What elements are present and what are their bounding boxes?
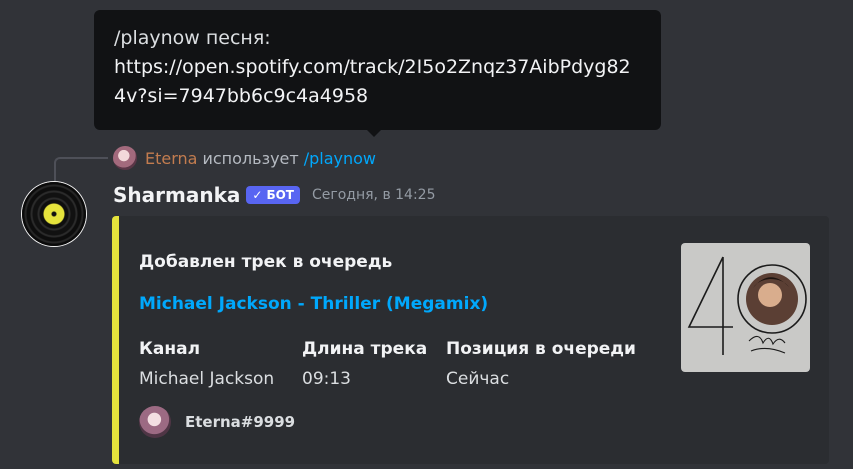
footer-user-avatar (139, 406, 171, 438)
reply-command-link[interactable]: /playnow (304, 149, 376, 168)
reply-uses-text: использует (202, 148, 299, 168)
album-art-image (687, 256, 807, 355)
bot-badge: ✓ БОТ (246, 186, 300, 204)
reply-connector-line (54, 157, 108, 181)
embed-card: Добавлен трек в очередь Michael Jackson … (112, 216, 829, 464)
field-value: 09:13 (302, 369, 351, 389)
embed-field-queue-position: Позиция в очереди Сейчас (446, 337, 636, 391)
check-icon: ✓ (252, 188, 263, 202)
tooltip-song-url: https://open.spotify.com/track/2I5o2Znqz… (114, 56, 631, 107)
reply-user-avatar[interactable] (113, 146, 137, 170)
tooltip-arrow (366, 129, 382, 137)
field-name: Длина трека (302, 339, 428, 359)
field-value: Michael Jackson (139, 369, 275, 389)
embed-field-channel: Канал Michael Jackson (139, 337, 274, 391)
field-name: Позиция в очереди (446, 339, 636, 359)
tooltip-command-label: /playnow песня: (114, 27, 271, 49)
embed-footer: Eterna#9999 (139, 406, 295, 438)
bot-avatar[interactable] (22, 182, 86, 246)
embed-track-link[interactable]: Michael Jackson - Thriller (Megamix) (139, 294, 488, 314)
author-name[interactable]: Sharmanka (113, 183, 240, 207)
footer-username: Eterna#9999 (185, 413, 296, 431)
command-reply-header[interactable]: Eterna использует /playnow (113, 146, 376, 170)
embed-field-duration: Длина трека 09:13 (302, 337, 427, 391)
command-tooltip: /playnow песня: https://open.spotify.com… (94, 10, 661, 137)
bot-badge-label: БОТ (266, 188, 294, 202)
field-name: Канал (139, 339, 201, 359)
reply-username[interactable]: Eterna (145, 149, 197, 168)
field-value: Сейчас (446, 369, 510, 389)
album-cover-thumbnail[interactable] (681, 243, 810, 372)
message-header: Sharmanka ✓ БОТ Сегодня, в 14:25 (113, 182, 436, 208)
embed-title: Добавлен трек в очередь (139, 252, 393, 272)
message-timestamp[interactable]: Сегодня, в 14:25 (312, 187, 436, 203)
